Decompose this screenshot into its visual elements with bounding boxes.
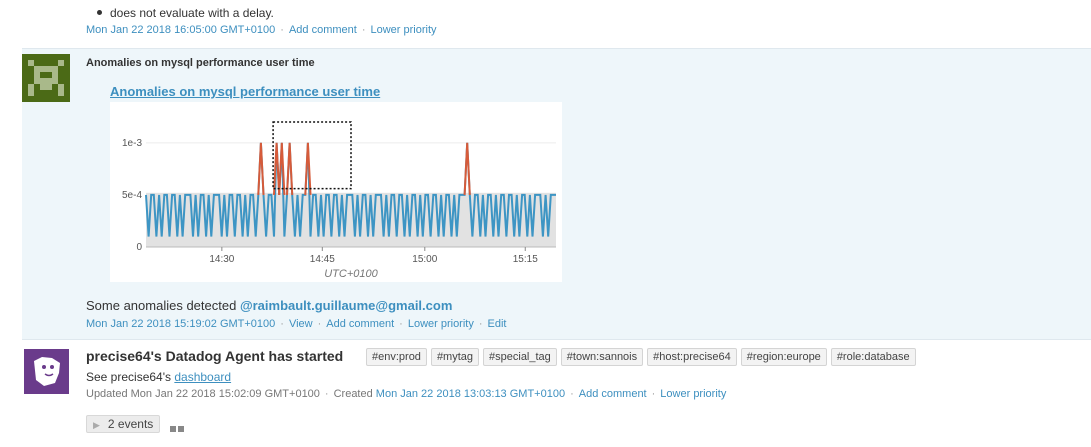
lower-priority-link[interactable]: Lower priority bbox=[660, 388, 726, 400]
add-comment-link[interactable]: Add comment bbox=[289, 24, 357, 36]
tag[interactable]: #town:sannois bbox=[560, 348, 644, 366]
chart-svg: 0 5e-4 1e-3 14:30 14:45 15:00 15:15 UTC+0100 bbox=[122, 121, 556, 280]
tag[interactable]: #role:database bbox=[830, 348, 916, 366]
anomaly-chart: 0 5e-4 1e-3 14:30 14:45 15:00 15:15 UTC+0100 bbox=[110, 102, 562, 282]
bullet-text: does not evaluate with a delay. bbox=[110, 6, 274, 20]
tag[interactable]: #special_tag bbox=[483, 348, 557, 366]
expand-events-button[interactable]: ▶ 2 events bbox=[86, 415, 161, 433]
event-title: Anomalies on mysql performance user time bbox=[86, 57, 315, 69]
updated-text: Updated Mon Jan 22 2018 15:02:09 GMT+010… bbox=[86, 388, 320, 400]
user-mention[interactable]: @raimbault.guillaume@gmail.com bbox=[240, 298, 452, 313]
drag-handle-icon[interactable] bbox=[170, 421, 186, 435]
tag-list: #env:prod #mytag #special_tag #town:sannois… bbox=[366, 348, 920, 366]
dashboard-link[interactable]: dashboard bbox=[174, 370, 231, 384]
anomaly-spike bbox=[463, 142, 471, 195]
anomaly-spike bbox=[286, 142, 294, 195]
datadog-logo-icon bbox=[24, 349, 69, 394]
x-tick-label: 14:30 bbox=[209, 254, 234, 265]
bullet-dot bbox=[97, 10, 102, 16]
view-link[interactable]: View bbox=[289, 318, 313, 330]
agent-event: precise64's Datadog Agent has started #e… bbox=[0, 341, 1091, 447]
agent-see-line: See precise64's dashboard bbox=[86, 370, 231, 384]
x-tick-label: 15:15 bbox=[513, 254, 538, 265]
edit-link[interactable]: Edit bbox=[488, 318, 507, 330]
monitor-avatar bbox=[22, 54, 70, 102]
event-bullet: does not evaluate with a delay. bbox=[97, 6, 274, 20]
see-text: See precise64's bbox=[86, 370, 172, 384]
x-tick-label: 14:45 bbox=[310, 254, 335, 265]
graph-title-link[interactable]: Anomalies on mysql performance user time bbox=[110, 84, 380, 99]
event-meta: Updated Mon Jan 22 2018 15:02:09 GMT+010… bbox=[86, 388, 727, 400]
tag[interactable]: #mytag bbox=[430, 348, 480, 366]
event-timestamp[interactable]: Mon Jan 22 2018 16:05:00 GMT+0100 bbox=[86, 24, 275, 36]
anomaly-message: Some anomalies detected @raimbault.guill… bbox=[86, 298, 452, 313]
x-tick-label: 15:00 bbox=[412, 254, 437, 265]
anomaly-spike bbox=[257, 142, 265, 195]
event-meta: Mon Jan 22 2018 15:19:02 GMT+0100 · View · A… bbox=[86, 318, 507, 330]
created-timestamp[interactable]: Mon Jan 22 2018 13:03:13 GMT+0100 bbox=[376, 388, 565, 400]
anomaly-highlight-box bbox=[272, 121, 352, 190]
event-meta: Mon Jan 22 2018 16:05:00 GMT+0100 · Add co… bbox=[86, 24, 437, 36]
lower-priority-link[interactable]: Lower priority bbox=[371, 24, 437, 36]
event-title: precise64's Datadog Agent has started bbox=[86, 348, 344, 364]
anomaly-message-text: Some anomalies detected bbox=[86, 298, 237, 313]
top-event: does not evaluate with a delay. Mon Jan … bbox=[0, 0, 1091, 48]
tag[interactable]: #env:prod bbox=[366, 348, 427, 366]
tag[interactable]: #host:precise64 bbox=[647, 348, 737, 366]
created-label: Created bbox=[333, 388, 373, 400]
lower-priority-link[interactable]: Lower priority bbox=[408, 318, 474, 330]
event-timestamp[interactable]: Mon Jan 22 2018 15:19:02 GMT+0100 bbox=[86, 318, 275, 330]
play-icon: ▶ bbox=[93, 420, 100, 430]
events-count: 2 events bbox=[107, 417, 154, 431]
add-comment-link[interactable]: Add comment bbox=[579, 388, 647, 400]
anomaly-event: Anomalies on mysql performance user time… bbox=[22, 48, 1091, 340]
add-comment-link[interactable]: Add comment bbox=[326, 318, 394, 330]
y-tick-label: 5e-4 bbox=[122, 190, 142, 201]
x-axis-label: UTC+0100 bbox=[324, 268, 378, 280]
tag[interactable]: #region:europe bbox=[740, 348, 827, 366]
y-tick-label: 1e-3 bbox=[122, 138, 142, 149]
y-tick-label: 0 bbox=[136, 242, 142, 253]
